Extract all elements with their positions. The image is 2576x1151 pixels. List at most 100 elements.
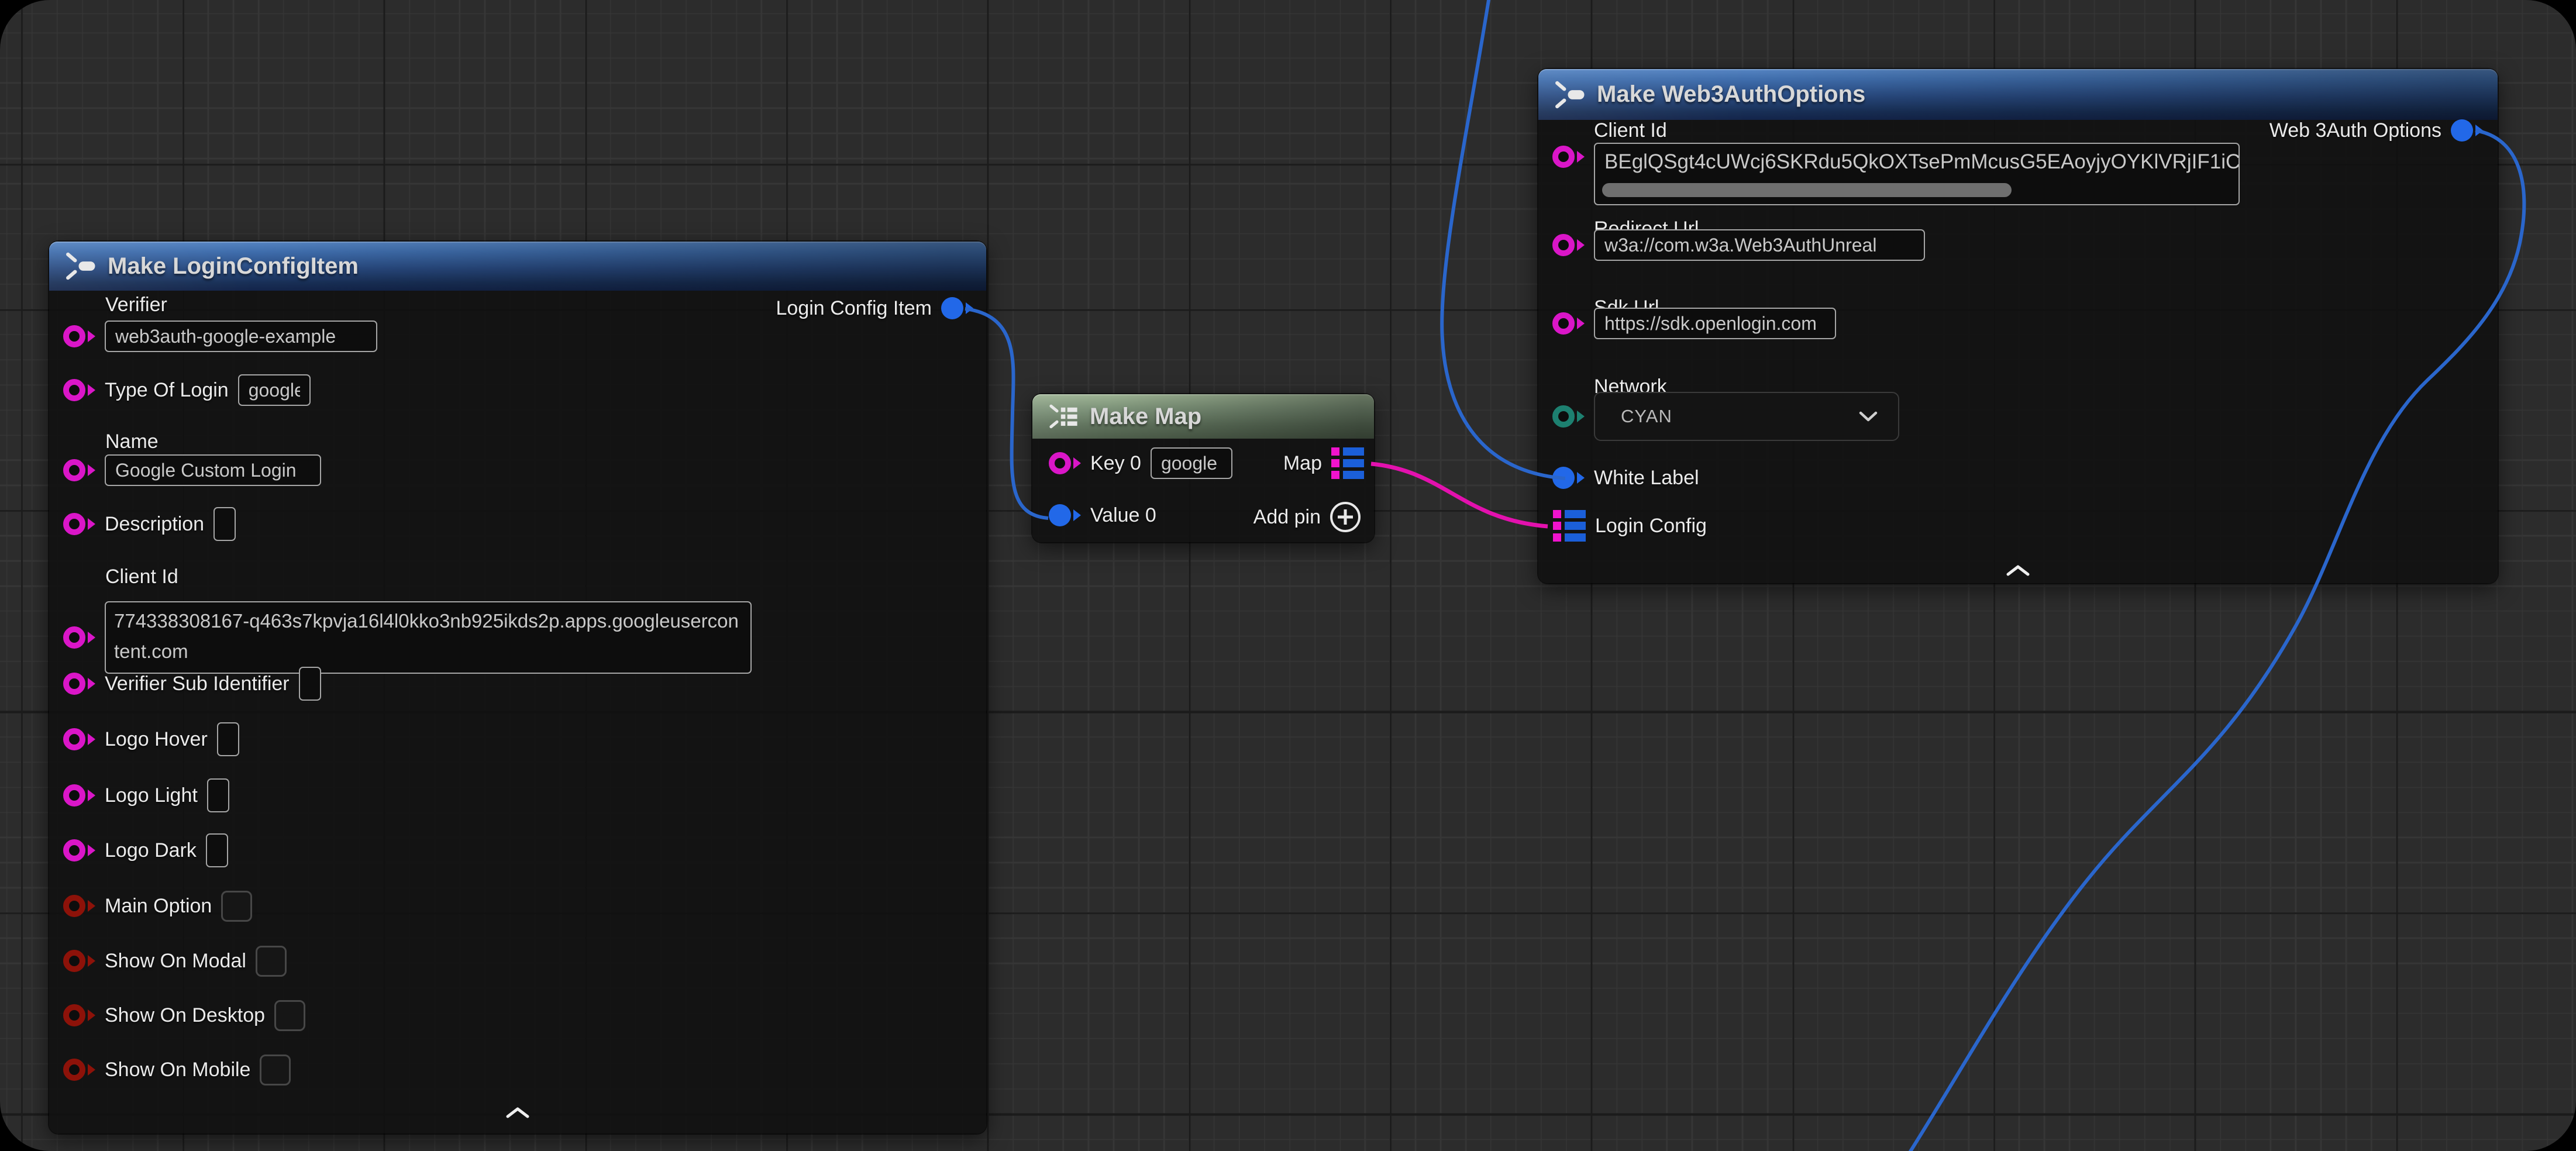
pin-row-show-on-modal: Show On Modal [63,939,287,983]
type-of-login-input[interactable] [238,374,311,406]
show-on-mobile-checkbox[interactable] [260,1054,291,1085]
struct-pin-white-label[interactable] [1552,467,1585,489]
map-output-pin[interactable] [1331,447,1364,479]
client-id-scrollbar[interactable] [1602,183,2012,197]
string-pin-logo-hover[interactable] [63,728,95,750]
field-label-logo-hover: Logo Hover [105,728,208,751]
output-pin-label: Web 3Auth Options [2270,119,2441,142]
pin-row-verifier [63,314,377,359]
pin-row-login-config: Login Config [1553,504,1707,548]
blueprint-graph-canvas[interactable]: Make LoginConfigItem Login Config Item V… [0,0,2576,1151]
node-title: Make LoginConfigItem [108,253,359,280]
pin-row-web3auth-options-output: Web 3Auth Options [2270,108,2483,153]
field-label-verifier: Verifier [105,293,167,316]
pin-row-type-of-login: Type Of Login [63,368,311,412]
pin-row-white-label: White Label [1552,456,1699,500]
field-label-logo-light: Logo Light [105,784,198,807]
pin-row-main-option: Main Option [63,884,252,928]
pin-row-network: CYAN [1552,392,1899,441]
node-make-loginconfigitem[interactable]: Make LoginConfigItem Login Config Item V… [49,242,986,1133]
pin-row-map-output: Map [1283,441,1364,485]
map-pin-login-config[interactable] [1553,510,1586,542]
pin-row-logo-hover: Logo Hover [63,717,239,761]
string-pin-sdk-url[interactable] [1552,312,1585,335]
string-pin-verifier[interactable] [63,325,95,347]
pin-row-redirect-url [1552,223,1925,267]
node-title: Make Map [1090,404,1201,430]
pin-row-login-config-item-output: Login Config Item [776,286,974,330]
add-pin-label: Add pin [1253,506,1321,529]
pin-row-key-0: Key 0 [1049,441,1232,485]
verifier-sub-identifier-input[interactable] [299,667,321,701]
verifier-input[interactable] [105,321,377,352]
field-label-key-0: Key 0 [1090,452,1141,475]
string-pin-client-id[interactable] [1552,146,1585,168]
show-on-desktop-checkbox[interactable] [274,1000,305,1031]
logo-dark-input[interactable] [206,833,228,867]
field-label-show-on-modal: Show On Modal [105,950,246,973]
string-pin-verifier-sub-identifier[interactable] [63,673,95,695]
pin-row-show-on-desktop: Show On Desktop [63,993,305,1038]
collapse-chevron-icon[interactable] [2005,564,2031,580]
description-input[interactable] [213,507,236,541]
struct-output-pin[interactable] [941,297,973,319]
pin-row-name [63,448,321,492]
node-make-map[interactable]: Make Map Key 0 Map Value 0 Add pin [1032,394,1374,542]
logo-hover-input[interactable] [217,722,239,756]
struct-output-pin[interactable] [2451,119,2483,142]
main-option-checkbox[interactable] [221,891,252,922]
string-pin-logo-dark[interactable] [63,839,95,861]
field-label-show-on-desktop: Show On Desktop [105,1004,265,1027]
sdk-url-input[interactable] [1594,308,1836,339]
field-label-logo-dark: Logo Dark [105,839,197,862]
collapse-chevron-icon[interactable] [504,1106,531,1122]
pin-row-logo-dark: Logo Dark [63,828,228,873]
field-label-value-0: Value 0 [1090,504,1156,527]
add-pin-plus-icon[interactable] [1330,502,1361,532]
field-label-main-option: Main Option [105,895,212,918]
field-label-show-on-mobile: Show On Mobile [105,1059,250,1081]
pin-row-show-on-mobile: Show On Mobile [63,1047,291,1092]
add-pin-row[interactable]: Add pin [1253,495,1361,539]
output-pin-label: Login Config Item [776,297,932,320]
pin-row-verifier-sub-identifier: Verifier Sub Identifier [63,661,321,706]
node-make-web3authoptions[interactable]: Make Web3AuthOptions Web 3Auth Options C… [1538,69,2498,583]
node-title: Make Web3AuthOptions [1597,81,1865,108]
string-pin-description[interactable] [63,513,95,535]
node-header-make-loginconfigitem[interactable]: Make LoginConfigItem [49,242,986,291]
node-header-make-map[interactable]: Make Map [1032,394,1374,439]
wire-map-to-login-config[interactable] [1371,464,1548,526]
string-pin-key-0[interactable] [1049,452,1081,474]
string-pin-logo-light[interactable] [63,784,95,807]
string-pin-name[interactable] [63,459,95,481]
struct-pin-value-0[interactable] [1049,504,1081,526]
pin-row-logo-light: Logo Light [63,773,229,818]
bool-pin-show-on-desktop[interactable] [63,1004,95,1026]
field-label-description: Description [105,513,204,536]
bool-pin-main-option[interactable] [63,895,95,917]
bool-pin-show-on-modal[interactable] [63,950,95,972]
network-dropdown[interactable]: CYAN [1594,392,1899,441]
field-label-login-config: Login Config [1595,515,1707,537]
field-label-verifier-sub-identifier: Verifier Sub Identifier [105,673,290,695]
pin-row-client-id [1552,135,1585,179]
field-label-client-id: Client Id [1594,119,1667,142]
logo-light-input[interactable] [207,778,229,812]
field-label-client-id: Client Id [105,565,178,588]
key-0-input[interactable] [1151,447,1232,479]
bool-pin-show-on-mobile[interactable] [63,1059,95,1081]
pin-row-description: Description [63,502,236,546]
string-pin-redirect-url[interactable] [1552,234,1585,256]
make-struct-icon [64,250,97,282]
show-on-modal-checkbox[interactable] [256,946,287,977]
pin-row-value-0: Value 0 [1049,493,1156,537]
enum-pin-network[interactable] [1552,405,1585,428]
string-pin-type-of-login[interactable] [63,379,95,401]
string-pin-client-id[interactable] [63,626,95,649]
make-map-icon [1048,401,1079,432]
network-dropdown-value: CYAN [1621,406,1672,427]
redirect-url-input[interactable] [1594,229,1925,261]
output-pin-label: Map [1283,452,1322,475]
name-input[interactable] [105,454,321,486]
field-label-type-of-login: Type Of Login [105,379,229,402]
